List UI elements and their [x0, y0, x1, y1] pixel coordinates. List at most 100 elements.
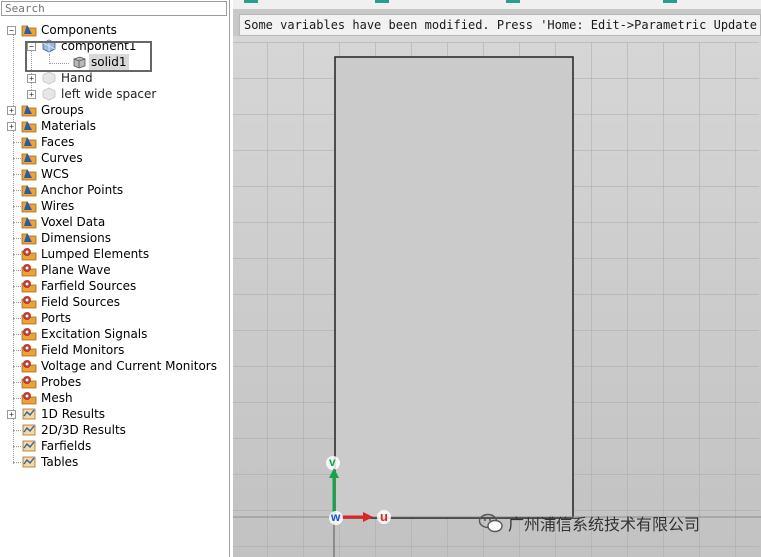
gear-folder-icon	[21, 246, 37, 262]
toolbar-button-edge[interactable]	[375, 0, 389, 3]
tree-item-label: Farfield Sources	[41, 279, 137, 293]
results-icon	[21, 406, 37, 422]
search-input[interactable]	[1, 1, 227, 16]
tree-item-farfield-sources[interactable]: Farfield Sources	[7, 278, 138, 294]
3d-viewport[interactable]: Some variables have been modified. Press…	[233, 0, 761, 557]
gear-folder-icon	[21, 374, 37, 390]
tree-guide-line	[13, 222, 21, 223]
tree-item-farfields[interactable]: Farfields	[7, 438, 93, 454]
folder-icon	[21, 198, 37, 214]
axis-label-w: w	[331, 510, 341, 524]
tree-item-mesh[interactable]: Mesh	[7, 390, 75, 406]
toolbar-button-edge[interactable]	[244, 0, 258, 3]
tree-item-hand[interactable]: + Hand	[25, 70, 95, 86]
gear-folder-icon	[21, 278, 37, 294]
expand-icon[interactable]: +	[7, 106, 16, 115]
tree-guide-line	[13, 302, 21, 303]
tree-item-label: Plane Wave	[41, 263, 111, 277]
gear-folder-icon	[21, 358, 37, 374]
tree-item-label: Anchor Points	[41, 183, 124, 197]
gear-folder-icon	[21, 294, 37, 310]
tree-item-label: 2D/3D Results	[41, 423, 126, 437]
expand-icon[interactable]: +	[7, 122, 16, 131]
tree-item-tables[interactable]: Tables	[7, 454, 80, 470]
selection-highlight-box	[25, 41, 152, 72]
solid1-shape[interactable]	[334, 56, 574, 519]
results-icon	[21, 454, 37, 470]
tree-item-probes[interactable]: Probes	[7, 374, 83, 390]
expand-icon[interactable]: +	[27, 90, 36, 99]
axis-label-v: v	[329, 455, 336, 469]
tree-item-voltage-and-current-monitors[interactable]: Voltage and Current Monitors	[7, 358, 219, 374]
tree-item-left-wide-spacer[interactable]: + left wide spacer	[25, 86, 158, 102]
tree-item-label: Voltage and Current Monitors	[41, 359, 217, 373]
working-plane-grid	[233, 36, 761, 557]
tree-item-plane-wave[interactable]: Plane Wave	[7, 262, 113, 278]
tree-item-ports[interactable]: Ports	[7, 310, 73, 326]
wechat-icon	[478, 513, 503, 533]
gear-folder-icon	[21, 342, 37, 358]
tree-item-label: Curves	[41, 151, 83, 165]
tree-item-label: Excitation Signals	[41, 327, 148, 341]
gear-folder-icon	[21, 326, 37, 342]
tree-item-curves[interactable]: Curves	[7, 150, 85, 166]
axis-label-u: u	[380, 509, 388, 524]
folder-icon	[21, 166, 37, 182]
tree-item-wires[interactable]: Wires	[7, 198, 76, 214]
tree-guide-line	[13, 190, 21, 191]
expand-icon[interactable]: +	[27, 74, 36, 83]
component-icon	[41, 86, 57, 102]
tree-item-wcs[interactable]: WCS	[7, 166, 71, 182]
folder-icon	[21, 214, 37, 230]
tree-guide-line	[13, 286, 21, 287]
tree-item-label: Voxel Data	[41, 215, 106, 229]
tree-item-label: Tables	[41, 455, 79, 469]
folder-icon	[21, 182, 37, 198]
tree-item-groups[interactable]: + Groups	[7, 102, 86, 118]
tree-item-lumped-elements[interactable]: Lumped Elements	[7, 246, 151, 262]
tree-item-label: Components	[41, 23, 117, 37]
tree-guide-line	[13, 398, 21, 399]
tree-item-label: Wires	[41, 199, 75, 213]
tree-item-label: Lumped Elements	[41, 247, 150, 261]
tree-guide-line	[13, 206, 21, 207]
tree-item-field-sources[interactable]: Field Sources	[7, 294, 122, 310]
tree-item-label: left wide spacer	[61, 87, 157, 101]
tree-guide-line	[13, 462, 21, 463]
results-icon	[21, 438, 37, 454]
toolbar-strip	[233, 0, 761, 9]
tree-item-label: Field Sources	[41, 295, 120, 309]
tree-item-materials[interactable]: + Materials	[7, 118, 98, 134]
gear-folder-icon	[21, 310, 37, 326]
tree-item-components[interactable]: − Components	[7, 22, 119, 38]
tree-guide-line	[13, 382, 21, 383]
navigation-tree-panel: − Components − component1 solid1 + Hand …	[0, 0, 230, 557]
tree-item-anchor-points[interactable]: Anchor Points	[7, 182, 125, 198]
tree-item-voxel-data[interactable]: Voxel Data	[7, 214, 107, 230]
tree-item-faces[interactable]: Faces	[7, 134, 76, 150]
expand-icon[interactable]: +	[7, 410, 16, 419]
folder-icon	[21, 22, 37, 38]
tree-guide-line	[13, 158, 21, 159]
tree-item-label: Ports	[41, 311, 72, 325]
folder-icon	[21, 118, 37, 134]
tree-guide-line	[13, 142, 21, 143]
tree-item-label: Probes	[41, 375, 82, 389]
tree-item-1d-results[interactable]: +1D Results	[7, 406, 107, 422]
tree-item-dimensions[interactable]: Dimensions	[7, 230, 113, 246]
collapse-icon[interactable]: −	[7, 26, 16, 35]
tree-item-label: Farfields	[41, 439, 92, 453]
tree-guide-line	[13, 238, 21, 239]
tree-item-label: Dimensions	[41, 231, 112, 245]
tree-guide-line	[13, 254, 21, 255]
toolbar-button-edge[interactable]	[663, 0, 677, 3]
tree-item-2d-3d-results[interactable]: 2D/3D Results	[7, 422, 128, 438]
tree-item-field-monitors[interactable]: Field Monitors	[7, 342, 126, 358]
tree-item-label: Mesh	[41, 391, 73, 405]
toolbar-button-edge[interactable]	[506, 0, 520, 3]
results-icon	[21, 422, 37, 438]
parametric-update-message: Some variables have been modified. Press…	[239, 14, 761, 36]
tree-item-label: 1D Results	[41, 407, 106, 421]
folder-icon	[21, 102, 37, 118]
tree-item-excitation-signals[interactable]: Excitation Signals	[7, 326, 149, 342]
